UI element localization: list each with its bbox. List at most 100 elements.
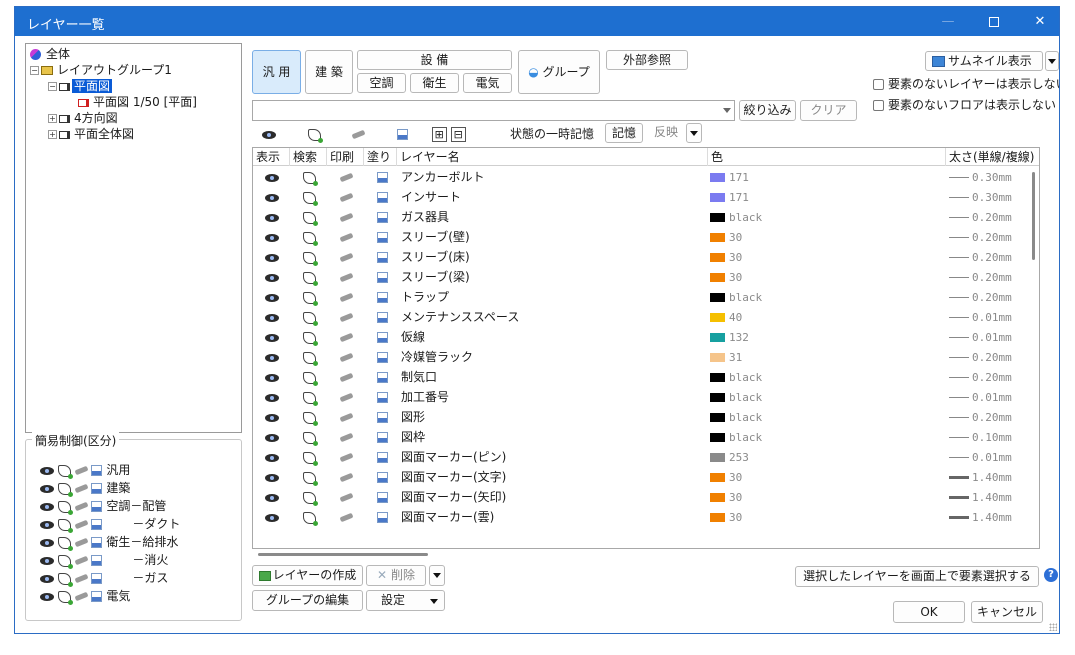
fill-icon[interactable] — [91, 537, 103, 548]
tree-item-4dir[interactable]: +4方向図 — [48, 110, 120, 126]
print-icon[interactable] — [351, 129, 366, 140]
eye-icon[interactable] — [265, 213, 279, 222]
help-icon[interactable]: ? — [1044, 568, 1058, 582]
layer-width[interactable]: 0.20mm — [949, 287, 1012, 307]
external-ref-button[interactable]: 外部参照 — [606, 50, 688, 70]
fill-icon[interactable] — [91, 573, 103, 584]
tab-hvac[interactable]: 空調 — [357, 73, 406, 93]
layer-name[interactable]: 図面マーカー(ピン) — [401, 447, 506, 467]
fill-icon[interactable] — [91, 555, 103, 566]
print-icon[interactable] — [339, 252, 354, 263]
filter-combobox[interactable] — [252, 100, 735, 121]
table-row[interactable]: スリーブ(梁) 30 0.20mm — [253, 267, 1039, 287]
print-icon[interactable] — [339, 212, 354, 223]
ok-button[interactable]: OK — [893, 601, 965, 623]
memory-button[interactable]: 記憶 — [605, 123, 643, 143]
layer-color[interactable]: 40 — [710, 307, 742, 327]
column-header-layer-name[interactable]: レイヤー名 — [397, 148, 708, 166]
print-icon[interactable] — [74, 465, 89, 476]
layer-color[interactable]: black — [710, 367, 762, 387]
fill-icon[interactable] — [377, 272, 388, 283]
table-row[interactable]: 図面マーカー(文字) 30 1.40mm — [253, 467, 1039, 487]
fill-icon[interactable] — [377, 472, 388, 483]
search-icon[interactable] — [303, 331, 318, 346]
checkbox-box[interactable] — [873, 100, 884, 111]
layer-width[interactable]: 0.30mm — [949, 167, 1012, 187]
layer-color[interactable]: 171 — [710, 187, 749, 207]
table-row[interactable]: スリーブ(壁) 30 0.20mm — [253, 227, 1039, 247]
print-icon[interactable] — [339, 172, 354, 183]
print-icon[interactable] — [74, 501, 89, 512]
search-icon[interactable] — [303, 311, 318, 326]
thumbnail-dropdown[interactable] — [1045, 51, 1059, 71]
table-row[interactable]: スリーブ(床) 30 0.20mm — [253, 247, 1039, 267]
table-row[interactable]: 図面マーカー(雲) 30 1.40mm — [253, 507, 1039, 527]
table-row[interactable]: ガス器具 black 0.20mm — [253, 207, 1039, 227]
tree-group[interactable]: − レイアウトグループ1 — [30, 62, 174, 78]
checkbox-box[interactable] — [873, 79, 884, 90]
search-icon[interactable] — [303, 251, 318, 266]
search-icon[interactable] — [303, 191, 318, 206]
eye-icon[interactable] — [265, 253, 279, 262]
search-icon[interactable] — [57, 554, 73, 569]
layer-name[interactable]: スリーブ(壁) — [401, 227, 470, 247]
table-row[interactable]: アンカーボルト 171 0.30mm — [253, 167, 1039, 187]
fill-icon[interactable] — [377, 392, 388, 403]
fill-icon[interactable] — [377, 292, 388, 303]
eye-icon[interactable] — [265, 473, 279, 482]
table-row[interactable]: インサート 171 0.30mm — [253, 187, 1039, 207]
search-icon[interactable] — [303, 211, 318, 226]
print-icon[interactable] — [339, 352, 354, 363]
layer-width[interactable]: 0.01mm — [949, 447, 1012, 467]
fill-icon[interactable] — [377, 432, 388, 443]
vertical-scrollbar[interactable] — [1032, 172, 1035, 260]
search-icon[interactable] — [303, 171, 318, 186]
column-header-display[interactable]: 表示 — [253, 148, 290, 166]
print-icon[interactable] — [339, 272, 354, 283]
layer-width[interactable]: 1.40mm — [949, 487, 1012, 507]
column-header-search[interactable]: 検索 — [290, 148, 327, 166]
layer-color[interactable]: 30 — [710, 247, 742, 267]
eye-icon[interactable] — [265, 173, 279, 182]
fill-icon[interactable] — [377, 332, 388, 343]
eye-icon[interactable] — [40, 484, 54, 493]
eye-icon[interactable] — [40, 538, 54, 547]
eye-icon[interactable] — [40, 502, 54, 511]
apply-button[interactable]: 反映 — [646, 123, 686, 143]
expand-all-button[interactable]: ⊞ — [431, 127, 447, 142]
fill-icon[interactable] — [377, 452, 388, 463]
eye-icon[interactable] — [265, 193, 279, 202]
fill-icon[interactable] — [377, 512, 388, 523]
layer-width[interactable]: 0.20mm — [949, 407, 1012, 427]
layer-name[interactable]: 図面マーカー(文字) — [401, 467, 506, 487]
eye-icon[interactable] — [40, 592, 54, 601]
maximize-button[interactable] — [971, 7, 1017, 36]
tab-electric[interactable]: 電気 — [463, 73, 512, 93]
search-icon[interactable] — [57, 572, 73, 587]
eye-icon[interactable] — [265, 313, 279, 322]
layer-name[interactable]: 図形 — [401, 407, 425, 427]
eye-icon[interactable] — [265, 493, 279, 502]
print-icon[interactable] — [339, 232, 354, 243]
print-icon[interactable] — [339, 392, 354, 403]
eye-icon[interactable] — [40, 520, 54, 529]
layer-width[interactable]: 0.01mm — [949, 307, 1012, 327]
print-icon[interactable] — [339, 512, 354, 523]
fill-icon[interactable] — [377, 252, 388, 263]
eye-icon[interactable] — [265, 413, 279, 422]
clear-button[interactable]: クリア — [800, 100, 857, 121]
fill-icon[interactable] — [377, 492, 388, 503]
layer-color[interactable]: black — [710, 427, 762, 447]
eye-icon[interactable] — [265, 513, 279, 522]
layer-name[interactable]: アンカーボルト — [401, 167, 485, 187]
tab-equipment[interactable]: 設 備 — [357, 50, 512, 70]
search-icon[interactable] — [303, 271, 318, 286]
search-icon[interactable] — [303, 431, 318, 446]
expand-toggle-icon[interactable]: + — [48, 130, 57, 139]
layer-color[interactable]: 30 — [710, 507, 742, 527]
layer-color[interactable]: 253 — [710, 447, 749, 467]
fill-icon[interactable] — [91, 519, 103, 530]
fill-icon[interactable] — [377, 232, 388, 243]
layer-name[interactable]: 図面マーカー(雲) — [401, 507, 494, 527]
print-icon[interactable] — [339, 312, 354, 323]
